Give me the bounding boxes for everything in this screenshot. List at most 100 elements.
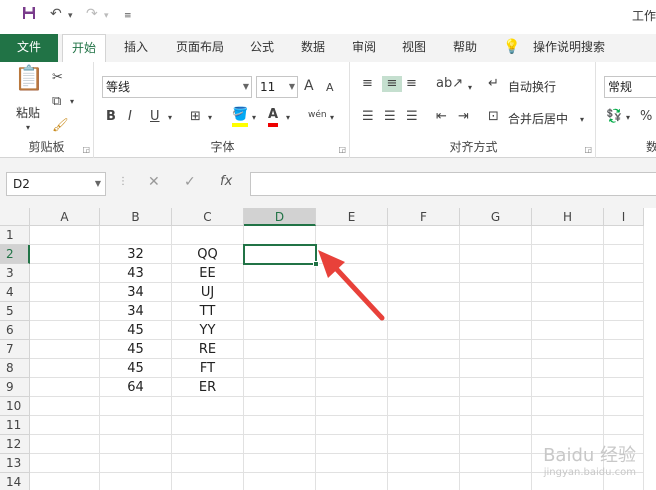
number-format-dropdown[interactable]: 常规 [604, 76, 656, 98]
cell-g14[interactable] [460, 473, 532, 490]
row-header-5[interactable]: 5 [0, 302, 30, 321]
cell-h1[interactable] [532, 226, 604, 245]
cell-d13[interactable] [244, 454, 316, 473]
copy-dropdown-icon[interactable]: ▾ [70, 94, 74, 110]
column-header-f[interactable]: F [388, 208, 460, 226]
cell-a13[interactable] [30, 454, 100, 473]
clipboard-launcher-icon[interactable]: ◲ [82, 145, 90, 154]
undo-icon[interactable]: ↶ [50, 6, 62, 22]
cell-h5[interactable] [532, 302, 604, 321]
tab-page-layout[interactable]: 页面布局 [168, 34, 232, 62]
paste-icon[interactable]: 📋 [14, 66, 44, 90]
cell-d9[interactable] [244, 378, 316, 397]
cell-c8[interactable]: FT [172, 359, 244, 378]
cell-b6[interactable]: 45 [100, 321, 172, 340]
italic-button[interactable]: I [128, 109, 132, 125]
cell-b2[interactable]: 32 [100, 245, 172, 264]
cell-d10[interactable] [244, 397, 316, 416]
cell-e8[interactable] [316, 359, 388, 378]
row-header-14[interactable]: 14 [0, 473, 30, 490]
percent-icon[interactable]: % [640, 109, 652, 125]
cell-b11[interactable] [100, 416, 172, 435]
cell-d14[interactable] [244, 473, 316, 490]
cell-e1[interactable] [316, 226, 388, 245]
cell-c6[interactable]: YY [172, 321, 244, 340]
cell-a1[interactable] [30, 226, 100, 245]
redo-dropdown-icon[interactable]: ▾ [104, 11, 109, 21]
cell-a5[interactable] [30, 302, 100, 321]
cell-g4[interactable] [460, 283, 532, 302]
copy-icon[interactable]: ⧉ [52, 94, 61, 110]
wrap-text-icon[interactable]: ↵ [488, 76, 499, 92]
cell-f1[interactable] [388, 226, 460, 245]
column-header-c[interactable]: C [172, 208, 244, 226]
wrap-text-button[interactable]: 自动换行 [508, 78, 556, 95]
cell-f2[interactable] [388, 245, 460, 264]
alignment-launcher-icon[interactable]: ◲ [584, 145, 592, 154]
cell-i7[interactable] [604, 340, 644, 359]
cell-f4[interactable] [388, 283, 460, 302]
phonetic-icon[interactable]: wén [308, 107, 327, 123]
cell-a6[interactable] [30, 321, 100, 340]
cell-i9[interactable] [604, 378, 644, 397]
cell-g7[interactable] [460, 340, 532, 359]
cell-e6[interactable] [316, 321, 388, 340]
cell-c12[interactable] [172, 435, 244, 454]
fill-handle[interactable] [313, 261, 319, 267]
cell-h6[interactable] [532, 321, 604, 340]
cell-a9[interactable] [30, 378, 100, 397]
cell-b13[interactable] [100, 454, 172, 473]
column-header-h[interactable]: H [532, 208, 604, 226]
orientation-icon[interactable]: ab↗ [436, 76, 463, 92]
cell-d3[interactable] [244, 264, 316, 283]
cell-g8[interactable] [460, 359, 532, 378]
font-size-dropdown[interactable]: 11 ▼ [256, 76, 298, 98]
cell-b14[interactable] [100, 473, 172, 490]
save-icon[interactable] [22, 6, 36, 24]
row-header-1[interactable]: 1 [0, 226, 30, 245]
cell-h2[interactable] [532, 245, 604, 264]
cell-h7[interactable] [532, 340, 604, 359]
orientation-dropdown-icon[interactable]: ▾ [468, 80, 472, 96]
cell-h11[interactable] [532, 416, 604, 435]
fill-color-dropdown-icon[interactable]: ▾ [252, 110, 256, 126]
accounting-dropdown-icon[interactable]: ▾ [626, 110, 630, 126]
cell-g11[interactable] [460, 416, 532, 435]
grow-font-icon[interactable]: A [304, 78, 314, 94]
cell-g9[interactable] [460, 378, 532, 397]
cell-f8[interactable] [388, 359, 460, 378]
cell-h8[interactable] [532, 359, 604, 378]
fill-color-icon[interactable]: 🪣 [232, 107, 249, 127]
column-header-i[interactable]: I [604, 208, 644, 226]
cell-g2[interactable] [460, 245, 532, 264]
cell-e14[interactable] [316, 473, 388, 490]
row-header-3[interactable]: 3 [0, 264, 30, 283]
cell-e12[interactable] [316, 435, 388, 454]
cell-d4[interactable] [244, 283, 316, 302]
cell-a3[interactable] [30, 264, 100, 283]
tab-review[interactable]: 审阅 [342, 34, 386, 62]
cell-a8[interactable] [30, 359, 100, 378]
cell-h10[interactable] [532, 397, 604, 416]
cell-c11[interactable] [172, 416, 244, 435]
cell-b10[interactable] [100, 397, 172, 416]
phonetic-dropdown-icon[interactable]: ▾ [330, 110, 334, 126]
column-header-b[interactable]: B [100, 208, 172, 226]
tab-formulas[interactable]: 公式 [240, 34, 284, 62]
row-header-2[interactable]: 2 [0, 245, 30, 264]
cell-e13[interactable] [316, 454, 388, 473]
cell-e3[interactable] [316, 264, 388, 283]
cell-h3[interactable] [532, 264, 604, 283]
shrink-font-icon[interactable]: A [326, 80, 334, 96]
cell-g3[interactable] [460, 264, 532, 283]
cell-g12[interactable] [460, 435, 532, 454]
cell-e10[interactable] [316, 397, 388, 416]
cell-d7[interactable] [244, 340, 316, 359]
cell-f12[interactable] [388, 435, 460, 454]
merge-dropdown-icon[interactable]: ▾ [580, 112, 584, 128]
row-header-9[interactable]: 9 [0, 378, 30, 397]
align-bottom-icon[interactable]: ≡ [406, 76, 417, 92]
cell-b4[interactable]: 34 [100, 283, 172, 302]
cell-d1[interactable] [244, 226, 316, 245]
cell-a10[interactable] [30, 397, 100, 416]
